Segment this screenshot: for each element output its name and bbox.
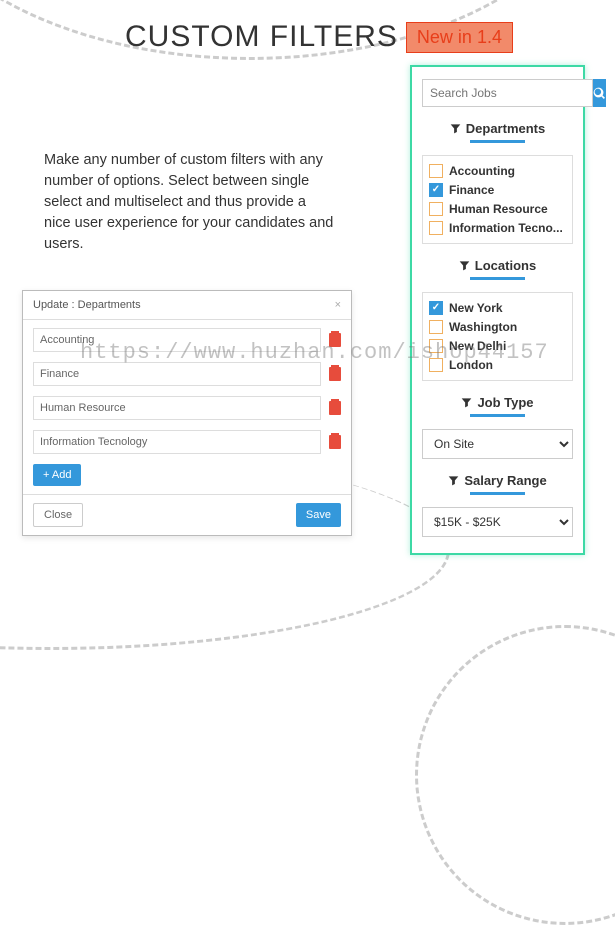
- checkbox-item[interactable]: Accounting: [429, 164, 566, 178]
- underline: [470, 277, 525, 280]
- checkbox-item[interactable]: London: [429, 358, 566, 372]
- close-icon[interactable]: ×: [335, 299, 341, 311]
- search-icon: [593, 87, 606, 100]
- checkbox-icon: [429, 301, 443, 315]
- checkbox-icon: [429, 221, 443, 235]
- checkbox-item[interactable]: Information Tecno...: [429, 221, 566, 235]
- filter-icon: [461, 397, 472, 408]
- checkbox-item[interactable]: Human Resource: [429, 202, 566, 216]
- search-row: [422, 79, 573, 107]
- department-input[interactable]: [33, 362, 321, 386]
- search-button[interactable]: [593, 79, 606, 107]
- description-text: Make any number of custom filters with a…: [44, 150, 334, 255]
- filter-locations: Locations New York Washington New Delhi …: [422, 258, 573, 381]
- filter-title-text: Departments: [466, 121, 545, 136]
- filter-departments: Departments Accounting Finance Human Res…: [422, 121, 573, 244]
- department-input[interactable]: [33, 328, 321, 352]
- checkbox-icon: [429, 202, 443, 216]
- add-button[interactable]: + Add: [33, 464, 81, 486]
- filter-title-text: Job Type: [477, 395, 533, 410]
- checkbox-label: Information Tecno...: [449, 221, 563, 235]
- department-input[interactable]: [33, 430, 321, 454]
- department-row: [33, 430, 341, 454]
- trash-icon[interactable]: [329, 435, 341, 449]
- filter-jobtype: Job Type On Site: [422, 395, 573, 459]
- underline: [470, 140, 525, 143]
- decorative-dash: [415, 625, 615, 925]
- filter-title-text: Locations: [475, 258, 536, 273]
- filter-title: Salary Range: [422, 473, 573, 488]
- close-button[interactable]: Close: [33, 503, 83, 527]
- trash-icon[interactable]: [329, 367, 341, 381]
- modal-footer: Close Save: [23, 494, 351, 535]
- checkbox-label: London: [449, 358, 493, 372]
- save-button[interactable]: Save: [296, 503, 341, 527]
- checkbox-item[interactable]: New Delhi: [429, 339, 566, 353]
- departments-list: Accounting Finance Human Resource Inform…: [422, 155, 573, 244]
- checkbox-item[interactable]: New York: [429, 301, 566, 315]
- version-badge: New in 1.4: [406, 22, 513, 53]
- filter-title: Departments: [422, 121, 573, 136]
- checkbox-item[interactable]: Finance: [429, 183, 566, 197]
- department-input[interactable]: [33, 396, 321, 420]
- filter-icon: [450, 123, 461, 134]
- filter-title-text: Salary Range: [464, 473, 546, 488]
- checkbox-label: Washington: [449, 320, 517, 334]
- underline: [470, 414, 525, 417]
- search-input[interactable]: [422, 79, 593, 107]
- department-row: [33, 328, 341, 352]
- modal-body: + Add: [23, 320, 351, 494]
- trash-icon[interactable]: [329, 333, 341, 347]
- jobtype-select[interactable]: On Site: [422, 429, 573, 459]
- filter-icon: [448, 475, 459, 486]
- page-heading: CUSTOM FILTERS New in 1.4: [125, 20, 513, 54]
- checkbox-label: New York: [449, 301, 503, 315]
- department-row: [33, 362, 341, 386]
- checkbox-icon: [429, 358, 443, 372]
- checkbox-label: Finance: [449, 183, 494, 197]
- filter-icon: [459, 260, 470, 271]
- department-row: [33, 396, 341, 420]
- checkbox-label: Accounting: [449, 164, 515, 178]
- underline: [470, 492, 525, 495]
- salary-select[interactable]: $15K - $25K: [422, 507, 573, 537]
- filter-title: Locations: [422, 258, 573, 273]
- checkbox-icon: [429, 183, 443, 197]
- modal-header: Update : Departments ×: [23, 291, 351, 320]
- checkbox-label: Human Resource: [449, 202, 548, 216]
- checkbox-label: New Delhi: [449, 339, 506, 353]
- checkbox-icon: [429, 339, 443, 353]
- update-departments-modal: Update : Departments × + Add Close Save: [22, 290, 352, 536]
- checkbox-icon: [429, 320, 443, 334]
- checkbox-item[interactable]: Washington: [429, 320, 566, 334]
- checkbox-icon: [429, 164, 443, 178]
- modal-title: Update : Departments: [33, 299, 141, 311]
- filter-panel: Departments Accounting Finance Human Res…: [410, 65, 585, 555]
- filter-salary: Salary Range $15K - $25K: [422, 473, 573, 537]
- page-title: CUSTOM FILTERS: [125, 20, 398, 54]
- locations-list: New York Washington New Delhi London: [422, 292, 573, 381]
- filter-title: Job Type: [422, 395, 573, 410]
- trash-icon[interactable]: [329, 401, 341, 415]
